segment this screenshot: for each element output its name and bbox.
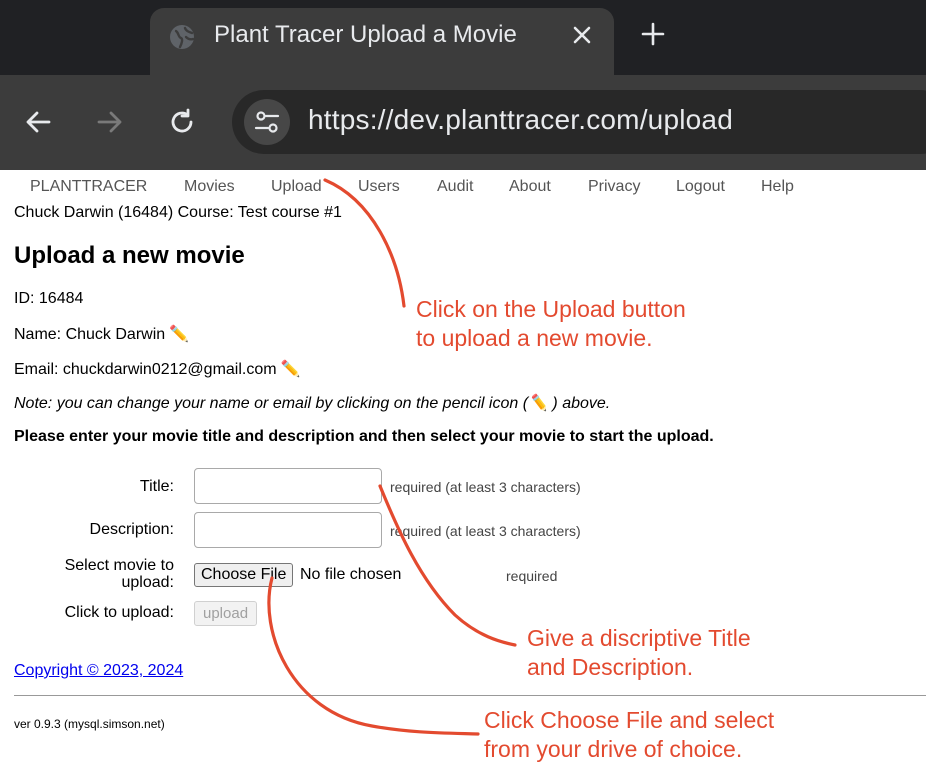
- upload-instructions: Please enter your movie title and descri…: [14, 428, 714, 445]
- user-email-row: Email: chuckdarwin0212@gmail.com ✏️: [14, 359, 301, 379]
- nav-item-upload[interactable]: Upload: [271, 178, 322, 196]
- user-course-line: Chuck Darwin (16484) Course: Test course…: [14, 204, 342, 221]
- title-hint: required (at least 3 characters): [390, 479, 581, 495]
- page-title: Upload a new movie: [14, 242, 245, 269]
- choose-file-button[interactable]: Choose File: [194, 563, 294, 587]
- nav-item-privacy[interactable]: Privacy: [588, 178, 640, 196]
- title-callout: Give a discriptive Title and Description…: [527, 624, 751, 682]
- tune-icon: [254, 111, 280, 133]
- site-nav: PLANTTRACER Movies Upload Users Audit Ab…: [0, 170, 926, 202]
- user-email: Email: chuckdarwin0212@gmail.com: [14, 361, 277, 378]
- nav-item-help[interactable]: Help: [761, 178, 794, 196]
- description-hint: required (at least 3 characters): [390, 523, 581, 539]
- copyright-link[interactable]: Copyright © 2023, 2024: [14, 662, 183, 680]
- file-callout-line1: Click Choose File and select: [484, 707, 775, 733]
- upload-callout: Click on the Upload button to upload a n…: [416, 295, 686, 353]
- nav-item-logout[interactable]: Logout: [676, 178, 725, 196]
- title-callout-line1: Give a discriptive Title: [527, 625, 751, 651]
- file-label: Select movie to upload:: [65, 557, 174, 591]
- nav-item-movies[interactable]: Movies: [184, 178, 235, 196]
- file-hint: required: [506, 568, 558, 584]
- file-label-line1: Select movie to: [64, 557, 174, 574]
- forward-arrow-icon[interactable]: [95, 107, 125, 137]
- browser-tab-bar: Plant Tracer Upload a Movie: [0, 0, 926, 75]
- edit-note-text-end: ) above.: [547, 395, 611, 412]
- footer-divider: [14, 695, 926, 696]
- reload-icon[interactable]: [167, 107, 197, 137]
- version-text: ver 0.9.3 (mysql.simson.net): [14, 717, 165, 731]
- title-input[interactable]: [194, 468, 382, 504]
- upload-callout-line1: Click on the Upload button: [416, 296, 686, 322]
- file-arrow: [267, 576, 480, 736]
- file-label-line2: upload:: [121, 574, 175, 591]
- upload-button[interactable]: upload: [194, 601, 258, 626]
- description-label: Description:: [89, 521, 174, 538]
- user-id: ID: 16484: [14, 290, 84, 307]
- file-callout: Click Choose File and select from your d…: [484, 706, 774, 764]
- site-settings-button[interactable]: [244, 99, 290, 145]
- plus-icon[interactable]: [640, 21, 666, 47]
- edit-note: Note: you can change your name or email …: [14, 393, 610, 413]
- user-name-row: Name: Chuck Darwin ✏️: [14, 324, 189, 344]
- pencil-icon[interactable]: ✏️: [281, 361, 301, 378]
- url-text[interactable]: https://dev.planttracer.com/upload: [308, 104, 733, 136]
- back-arrow-icon[interactable]: [23, 107, 53, 137]
- browser-toolbar: https://dev.planttracer.com/upload: [0, 75, 926, 170]
- nav-item-about[interactable]: About: [509, 178, 551, 196]
- pencil-icon: ✏️: [528, 395, 548, 412]
- upload-label: Click to upload:: [64, 604, 174, 621]
- upload-callout-line2: to upload a new movie.: [416, 325, 653, 351]
- nav-item-users[interactable]: Users: [358, 178, 400, 196]
- user-name: Name: Chuck Darwin: [14, 326, 166, 343]
- close-icon[interactable]: [570, 23, 594, 47]
- file-callout-line2: from your drive of choice.: [484, 736, 743, 762]
- nav-item-planttracer[interactable]: PLANTTRACER: [30, 178, 147, 196]
- title-label: Title:: [139, 478, 174, 495]
- address-bar[interactable]: https://dev.planttracer.com/upload: [232, 90, 926, 154]
- title-callout-line2: and Description.: [527, 654, 694, 680]
- browser-tab[interactable]: Plant Tracer Upload a Movie: [150, 8, 614, 75]
- edit-note-text-start: Note: you can change your name or email …: [14, 395, 529, 412]
- file-status: No file chosen: [300, 566, 402, 583]
- globe-icon: [170, 25, 195, 49]
- nav-item-audit[interactable]: Audit: [437, 178, 473, 196]
- pencil-icon[interactable]: ✏️: [169, 326, 189, 343]
- tab-title: Plant Tracer Upload a Movie: [214, 21, 517, 48]
- description-input[interactable]: [194, 512, 382, 548]
